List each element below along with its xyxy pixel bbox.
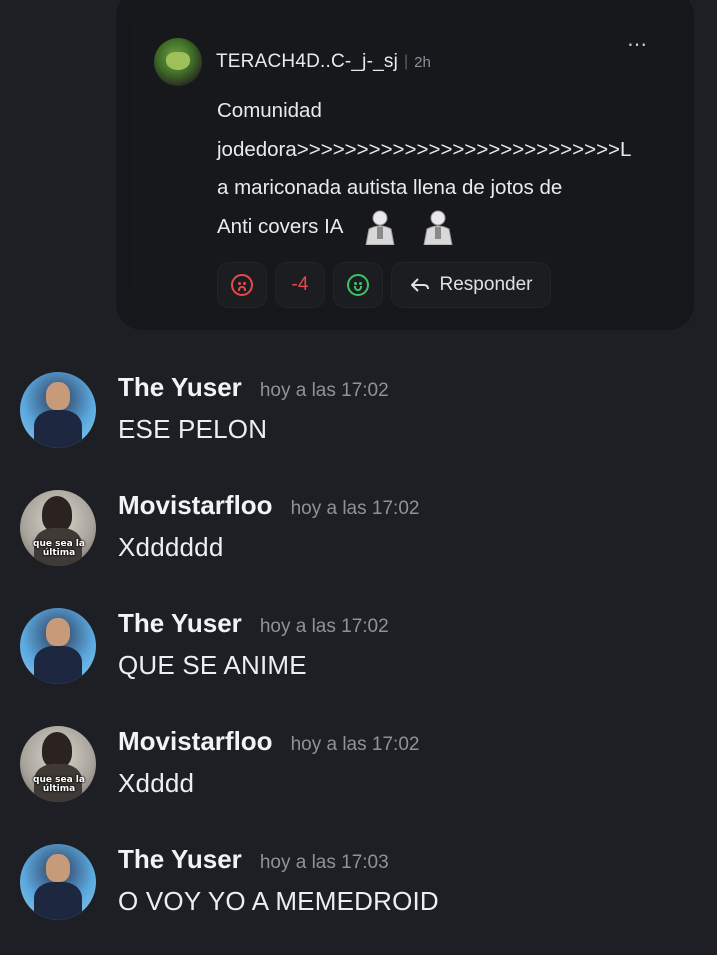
avatar[interactable] (20, 844, 96, 920)
embed-separator: | (404, 53, 409, 70)
embedded-post[interactable]: TERACH4D..C-_j-_sj | 2h ⋯ Comunidad jode… (132, 12, 678, 308)
embed-header: TERACH4D..C-_j-_sj | 2h (154, 38, 431, 86)
message-text: Xdddd (118, 768, 195, 798)
message-author[interactable]: Movistarfloo (118, 726, 273, 757)
reply-arrow-icon (410, 278, 429, 292)
message-author[interactable]: The Yuser (118, 608, 242, 639)
message-text: Xdddddd (118, 532, 224, 562)
message-timestamp: hoy a las 17:02 (259, 616, 389, 637)
downvote-button[interactable] (217, 262, 267, 308)
message-timestamp: hoy a las 17:02 (290, 734, 420, 755)
embed-author-avatar[interactable] (154, 38, 202, 86)
embed-body-line: a mariconada autista llena de jotos de (217, 176, 563, 199)
message-timestamp: hoy a las 17:03 (259, 852, 389, 873)
message-header: The Yuser hoy a las 17:02 (118, 608, 389, 639)
message-text: O VOY YO A MEMEDROID (118, 886, 439, 916)
score-badge: -4 (275, 262, 325, 308)
upvote-button[interactable] (333, 262, 383, 308)
reply-button[interactable]: Responder (391, 262, 551, 308)
message-author[interactable]: The Yuser (118, 372, 242, 403)
avatar[interactable] (20, 608, 96, 684)
avatar[interactable]: que sea la última (20, 490, 96, 566)
embed-author-name[interactable]: TERACH4D..C-_j-_sj (216, 51, 398, 73)
frown-icon (231, 274, 253, 296)
embed-body-line: jodedora>>>>>>>>>>>>>>>>>>>>>>>>>>>L (217, 137, 632, 161)
message-author[interactable]: The Yuser (118, 844, 242, 875)
message-header: Movistarfloo hoy a las 17:02 (118, 490, 419, 521)
message-item: que sea la última Movistarfloo hoy a las… (0, 490, 717, 580)
avatar[interactable] (20, 372, 96, 448)
message-header: The Yuser hoy a las 17:03 (118, 844, 389, 875)
embed-body-last-line: Anti covers IA (217, 208, 667, 247)
message-timestamp: hoy a las 17:02 (259, 380, 389, 401)
post-actions: -4 Responder (217, 262, 551, 308)
message-item: The Yuser hoy a las 17:03 O VOY YO A MEM… (0, 844, 717, 934)
message-header: The Yuser hoy a las 17:02 (118, 372, 389, 403)
message-item: que sea la última Movistarfloo hoy a las… (0, 726, 717, 816)
message-text: QUE SE ANIME (118, 650, 307, 680)
old-man-emoji-icon (365, 210, 395, 246)
smile-icon (347, 274, 369, 296)
embedded-post-container: TERACH4D..C-_j-_sj | 2h ⋯ Comunidad jode… (116, 0, 694, 330)
message-text: ESE PELON (118, 414, 268, 444)
embed-timestamp: 2h (414, 53, 431, 71)
message-author[interactable]: Movistarfloo (118, 490, 273, 521)
message-item: The Yuser hoy a las 17:02 QUE SE ANIME (0, 608, 717, 698)
embed-body-line: Comunidad (217, 99, 322, 122)
embed-body-line: Anti covers IA (217, 214, 343, 238)
message-item: The Yuser hoy a las 17:02 ESE PELON (0, 372, 717, 462)
avatar[interactable]: que sea la última (20, 726, 96, 802)
score-value: -4 (291, 274, 309, 295)
reply-label: Responder (439, 274, 533, 295)
message-timestamp: hoy a las 17:02 (290, 498, 420, 519)
embed-body: Comunidad jodedora>>>>>>>>>>>>>>>>>>>>>>… (217, 92, 667, 246)
chat-screen: TERACH4D..C-_j-_sj | 2h ⋯ Comunidad jode… (0, 0, 717, 955)
old-man-emoji-icon (423, 210, 453, 246)
message-header: Movistarfloo hoy a las 17:02 (118, 726, 419, 757)
avatar-caption: que sea la última (33, 539, 85, 558)
more-options-icon[interactable]: ⋯ (627, 32, 648, 57)
avatar-caption: que sea la última (33, 775, 85, 794)
